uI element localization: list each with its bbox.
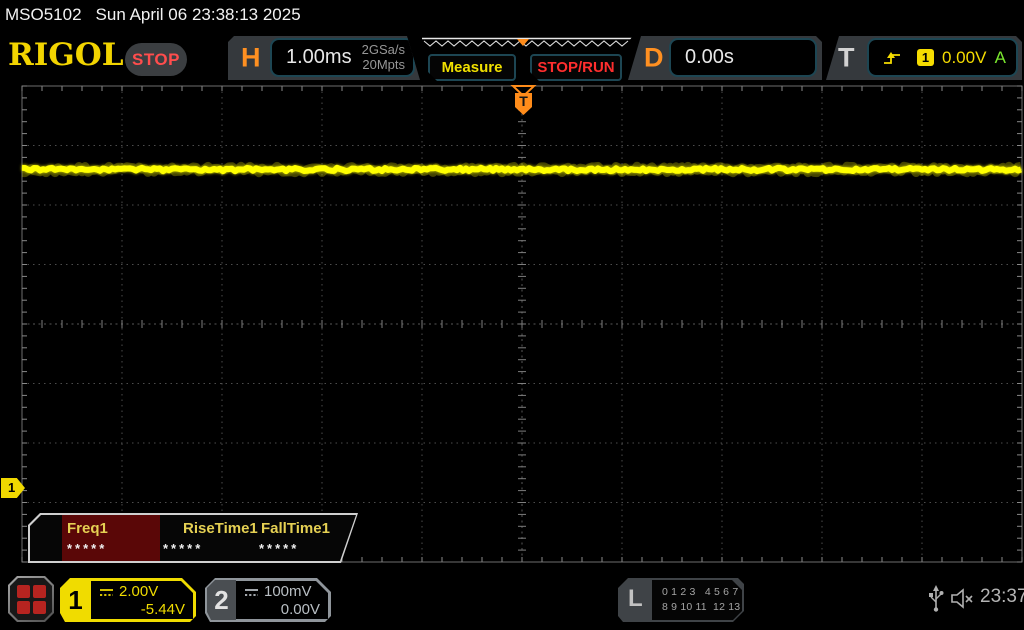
trigger-position-flag[interactable]: T	[510, 85, 537, 118]
trigger-flag-letter: T	[519, 93, 528, 109]
model-name: MSO5102	[5, 5, 82, 24]
trigger-level-value: 0.00V	[942, 47, 987, 67]
measurement-item-falltime1[interactable]: FallTime1 *****	[258, 515, 356, 561]
logic-label: L	[628, 585, 643, 612]
ch1-offset: -5.44V	[140, 601, 185, 618]
trigger-source-badge: 1	[917, 49, 934, 66]
timebase-display[interactable]: 1.00ms 2GSa/s 20Mpts	[270, 38, 415, 77]
ch1-dc-coupling-icon	[99, 587, 114, 597]
channel1-number: 1	[68, 584, 83, 615]
menu-grid-icon[interactable]	[8, 576, 54, 622]
measurement-item-risetime1[interactable]: RiseTime1 *****	[160, 515, 258, 561]
ch2-offset: 0.00V	[280, 601, 320, 618]
delay-settings-box[interactable]: D 0.00s	[628, 36, 822, 80]
measurement-panel-spacer	[30, 515, 62, 561]
delay-value: 0.00s	[685, 46, 734, 68]
status-bar: 1 2.00V -5.44V 2 100mV 0.00V L 0 1 2 3 4…	[0, 570, 1024, 630]
acquisition-status-badge: STOP	[125, 43, 187, 76]
ch1-ground-marker[interactable]: 1	[1, 478, 25, 498]
channel2-badge[interactable]: 2 100mV 0.00V	[205, 578, 331, 622]
delay-label: D	[644, 42, 664, 73]
clock: 23:37	[980, 586, 1024, 607]
ch2-scale: 100mV	[264, 583, 312, 600]
stop-run-button[interactable]: STOP/RUN	[530, 54, 622, 81]
trigger-label: T	[838, 42, 855, 73]
delay-display[interactable]: 0.00s	[669, 38, 817, 77]
oscilloscope-screen: MSO5102 Sun April 06 23:38:13 2025 RIGOL…	[0, 0, 1024, 630]
measurement-item-freq1[interactable]: Freq1 *****	[62, 515, 160, 561]
measurement-panel: Freq1 ***** RiseTime1 ***** FallTime1 **…	[28, 513, 358, 563]
channel2-number: 2	[207, 580, 236, 620]
titlebar: MSO5102 Sun April 06 23:38:13 2025	[0, 0, 1024, 30]
horizontal-label: H	[241, 42, 261, 73]
datetime-text: Sun April 06 23:38:13 2025	[95, 5, 301, 24]
trigger-settings-box[interactable]: T 1 0.00V A	[826, 36, 1022, 80]
ch1-scale: 2.00V	[119, 583, 159, 600]
overview-trigger-position-icon[interactable]	[517, 39, 529, 46]
trigger-sweep-mode: A	[994, 47, 1006, 67]
horizontal-settings-box[interactable]: H 1.00ms 2GSa/s 20Mpts	[228, 36, 420, 80]
waveform-overview-strip[interactable]	[410, 37, 632, 52]
memory-depth: 20Mpts	[362, 57, 405, 72]
measure-button[interactable]: Measure	[428, 54, 516, 81]
sample-rate: 2GSa/s	[361, 42, 405, 57]
timebase-value: 1.00ms	[286, 46, 352, 68]
channel1-badge[interactable]: 1 2.00V -5.44V	[60, 578, 196, 622]
menu-bar: RIGOL STOP H 1.00ms 2GSa/s 20Mpts Measur…	[0, 30, 1024, 84]
speaker-muted-icon[interactable]	[950, 588, 976, 610]
logic-row2: 8 9 10 11 12 13 14 15	[662, 601, 771, 613]
rigol-logo: RIGOL	[8, 37, 124, 73]
trigger-slope-rising-icon	[883, 50, 901, 66]
trigger-display[interactable]: 1 0.00V A	[867, 38, 1018, 77]
ch2-dc-coupling-icon	[244, 587, 259, 597]
usb-icon	[929, 585, 944, 612]
logic-row1: 0 1 2 3 4 5 6 7	[662, 586, 739, 598]
logic-channels-badge[interactable]: L 0 1 2 3 4 5 6 7 8 9 10 11 12 13 14 15	[618, 578, 744, 622]
